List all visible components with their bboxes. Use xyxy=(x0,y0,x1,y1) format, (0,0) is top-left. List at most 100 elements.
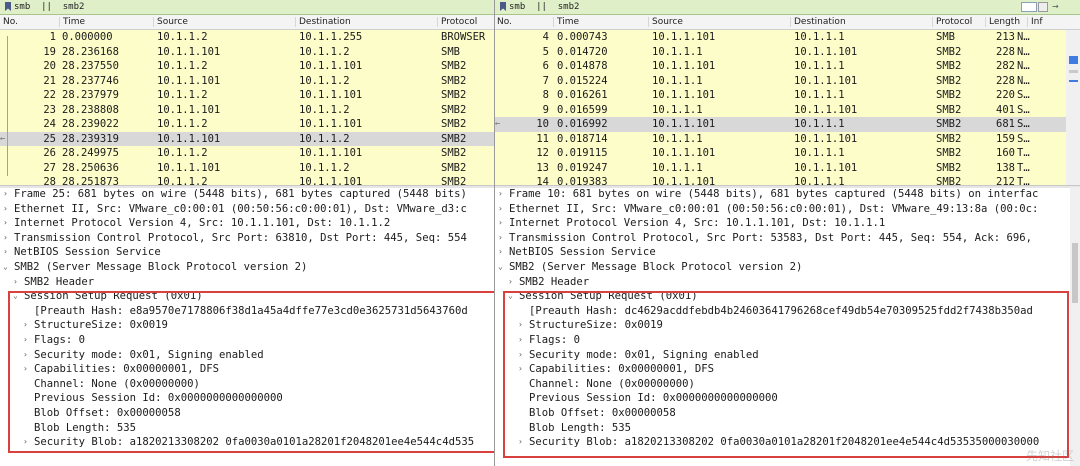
detail-tree-item[interactable]: › NetBIOS Session Service xyxy=(495,245,1070,260)
detail-tree-item[interactable]: › Frame 25: 681 bytes on wire (5448 bits)… xyxy=(0,187,494,202)
expand-chevron-icon[interactable]: › xyxy=(498,216,503,231)
detail-tree-item[interactable]: › Internet Protocol Version 4, Src: 10.1.… xyxy=(0,216,494,231)
collapse-chevron-icon[interactable]: ⌄ xyxy=(498,260,503,275)
column-length[interactable]: Length xyxy=(989,15,1020,29)
scrollbar-thumb[interactable] xyxy=(1072,243,1078,303)
column-info[interactable]: Inf xyxy=(1031,15,1043,29)
cell-protocol: SMB2 xyxy=(441,176,467,185)
expand-chevron-icon[interactable]: › xyxy=(3,216,8,231)
packet-row[interactable]: 20 28.237550 10.1.1.2 10.1.1.101 SMB2 xyxy=(0,59,494,74)
packet-row[interactable]: 27 28.250636 10.1.1.101 10.1.1.2 SMB2 xyxy=(0,160,494,175)
cell-info: S… xyxy=(1017,89,1030,101)
detail-tree-item[interactable]: › Ethernet II, Src: VMware_c0:00:01 (00:5… xyxy=(495,202,1070,217)
column-no[interactable]: No. xyxy=(3,15,18,29)
packet-row[interactable]: 9 0.016599 10.1.1.1 10.1.1.101 SMB2 401 S… xyxy=(495,102,1066,117)
column-time[interactable]: Time xyxy=(557,15,579,29)
packet-row[interactable]: 22 28.237979 10.1.1.2 10.1.1.101 SMB2 xyxy=(0,88,494,103)
cell-no: 7 xyxy=(542,74,549,87)
packet-row[interactable]: 11 0.018714 10.1.1.1 10.1.1.101 SMB2 159 S… xyxy=(495,131,1066,146)
column-time[interactable]: Time xyxy=(63,15,85,29)
display-filter-input[interactable]: smb || smb2 xyxy=(509,0,579,14)
packet-row[interactable]: 6 0.014878 10.1.1.101 10.1.1.1 SMB2 282 N… xyxy=(495,59,1066,74)
cell-source: 10.1.1.1 xyxy=(652,74,703,87)
packet-row[interactable]: 13 0.019247 10.1.1.1 10.1.1.101 SMB2 138 T… xyxy=(495,160,1066,175)
cell-time: 0.014878 xyxy=(557,60,608,72)
expand-chevron-icon[interactable]: › xyxy=(3,202,8,217)
packet-list-scrollbar[interactable] xyxy=(1066,30,1080,185)
detail-tree-item[interactable]: › NetBIOS Session Service xyxy=(0,245,494,260)
packet-list-header: No. Time Source Destination Protocol Len… xyxy=(495,15,1080,30)
detail-tree-item[interactable]: › SMB2 Header xyxy=(495,275,1070,290)
display-filter-bar[interactable]: smb || smb2 → xyxy=(495,0,1080,15)
bookmark-filter-icon[interactable] xyxy=(498,1,508,12)
packet-list[interactable]: 1 0.000000 10.1.1.2 10.1.1.255 BROWSER 19 28.2… xyxy=(0,30,494,185)
column-destination[interactable]: Destination xyxy=(794,15,846,29)
packet-row[interactable]: 14 0.019383 10.1.1.101 10.1.1.1 SMB2 212 T… xyxy=(495,175,1066,185)
expand-chevron-icon[interactable]: › xyxy=(498,231,503,246)
expand-chevron-icon[interactable]: › xyxy=(498,245,503,260)
column-source[interactable]: Source xyxy=(157,15,188,29)
display-filter-bar[interactable]: smb || smb2 xyxy=(0,0,494,15)
column-protocol[interactable]: Protocol xyxy=(936,15,972,29)
packet-row[interactable]: 21 28.237746 10.1.1.101 10.1.1.2 SMB2 xyxy=(0,73,494,88)
packet-row-selected[interactable]: 25 28.239319 10.1.1.101 10.1.1.2 SMB2 ← xyxy=(0,131,494,146)
cell-destination: 10.1.1.101 xyxy=(299,60,363,72)
packet-row[interactable]: 8 0.016261 10.1.1.101 10.1.1.1 SMB2 220 S… xyxy=(495,88,1066,103)
filter-clear-button[interactable] xyxy=(1021,2,1037,12)
cell-length: 681 xyxy=(996,118,1015,130)
expand-chevron-icon[interactable]: › xyxy=(3,245,8,260)
cell-protocol: SMB2 xyxy=(936,103,962,116)
expand-chevron-icon[interactable]: › xyxy=(498,202,503,217)
cell-source: 10.1.1.101 xyxy=(652,60,716,72)
detail-tree-item[interactable]: › Transmission Control Protocol, Src Port… xyxy=(495,231,1070,246)
packet-row-selected[interactable]: 10 0.016992 10.1.1.101 10.1.1.1 SMB2 681 S… ← xyxy=(495,117,1066,132)
cell-no: 13 xyxy=(536,161,549,174)
cell-length: 401 xyxy=(996,103,1015,116)
column-source[interactable]: Source xyxy=(652,15,683,29)
packet-list[interactable]: 4 0.000743 10.1.1.101 10.1.1.1 SMB 213 N… 5 0.01… xyxy=(495,30,1066,185)
cell-destination: 10.1.1.101 xyxy=(794,132,858,145)
detail-tree-item[interactable]: › Transmission Control Protocol, Src Port… xyxy=(0,231,494,246)
display-filter-input[interactable]: smb || smb2 xyxy=(14,0,84,14)
cell-time: 0.018714 xyxy=(557,132,608,145)
detail-tree-item[interactable]: › SMB2 Header xyxy=(0,275,494,290)
detail-tree-label: SMB2 (Server Message Block Protocol vers… xyxy=(14,260,308,273)
packet-row[interactable]: 1 0.000000 10.1.1.2 10.1.1.255 BROWSER xyxy=(0,30,494,45)
detail-tree-item[interactable]: ⌄ SMB2 (Server Message Block Protocol ver… xyxy=(0,260,494,275)
column-destination[interactable]: Destination xyxy=(299,15,351,29)
expand-chevron-icon[interactable]: › xyxy=(3,231,8,246)
expand-chevron-icon[interactable]: › xyxy=(13,275,18,290)
cell-time: 28.237979 xyxy=(62,89,119,101)
cell-time: 28.239022 xyxy=(62,118,119,130)
packet-row[interactable]: 24 28.239022 10.1.1.2 10.1.1.101 SMB2 xyxy=(0,117,494,132)
cell-destination: 10.1.1.2 xyxy=(299,103,350,116)
expand-chevron-icon[interactable]: › xyxy=(3,187,8,202)
expand-chevron-icon[interactable]: › xyxy=(498,187,503,202)
cell-source: 10.1.1.101 xyxy=(652,176,716,185)
filter-dropdown-button[interactable] xyxy=(1038,2,1048,12)
detail-tree-label: Ethernet II, Src: VMware_c0:00:01 (00:50… xyxy=(14,202,467,215)
packet-row[interactable]: 5 0.014720 10.1.1.1 10.1.1.101 SMB2 228 N… xyxy=(495,44,1066,59)
packet-row[interactable]: 19 28.236168 10.1.1.101 10.1.1.2 SMB xyxy=(0,44,494,59)
detail-tree-item[interactable]: › Internet Protocol Version 4, Src: 10.1.… xyxy=(495,216,1070,231)
packet-row[interactable]: 28 28.251873 10.1.1.2 10.1.1.101 SMB2 xyxy=(0,175,494,185)
detail-tree-item[interactable]: › Ethernet II, Src: VMware_c0:00:01 (00:5… xyxy=(0,202,494,217)
packet-row[interactable]: 7 0.015224 10.1.1.1 10.1.1.101 SMB2 228 N… xyxy=(495,73,1066,88)
packet-row[interactable]: 23 28.238808 10.1.1.101 10.1.1.2 SMB2 xyxy=(0,102,494,117)
details-scrollbar[interactable] xyxy=(1070,187,1080,466)
packet-row[interactable]: 12 0.019115 10.1.1.101 10.1.1.1 SMB2 160 T… xyxy=(495,146,1066,161)
expand-chevron-icon[interactable]: › xyxy=(508,275,513,290)
packet-row[interactable]: 4 0.000743 10.1.1.101 10.1.1.1 SMB 213 N… xyxy=(495,30,1066,45)
column-no[interactable]: No. xyxy=(497,15,512,29)
detail-tree-item[interactable]: › Frame 10: 681 bytes on wire (5448 bits)… xyxy=(495,187,1070,202)
scrollbar-thumb[interactable] xyxy=(1069,70,1078,73)
cell-no: 1 xyxy=(49,31,56,43)
detail-tree-item[interactable]: ⌄ SMB2 (Server Message Block Protocol ver… xyxy=(495,260,1070,275)
column-protocol[interactable]: Protocol xyxy=(441,15,477,29)
bookmark-filter-icon[interactable] xyxy=(3,1,13,12)
filter-apply-arrow-icon[interactable]: → xyxy=(1052,2,1059,11)
collapse-chevron-icon[interactable]: ⌄ xyxy=(3,260,8,275)
packet-row[interactable]: 26 28.249975 10.1.1.2 10.1.1.101 SMB2 xyxy=(0,146,494,161)
cell-source: 10.1.1.101 xyxy=(157,45,221,58)
column-separator xyxy=(790,17,791,27)
